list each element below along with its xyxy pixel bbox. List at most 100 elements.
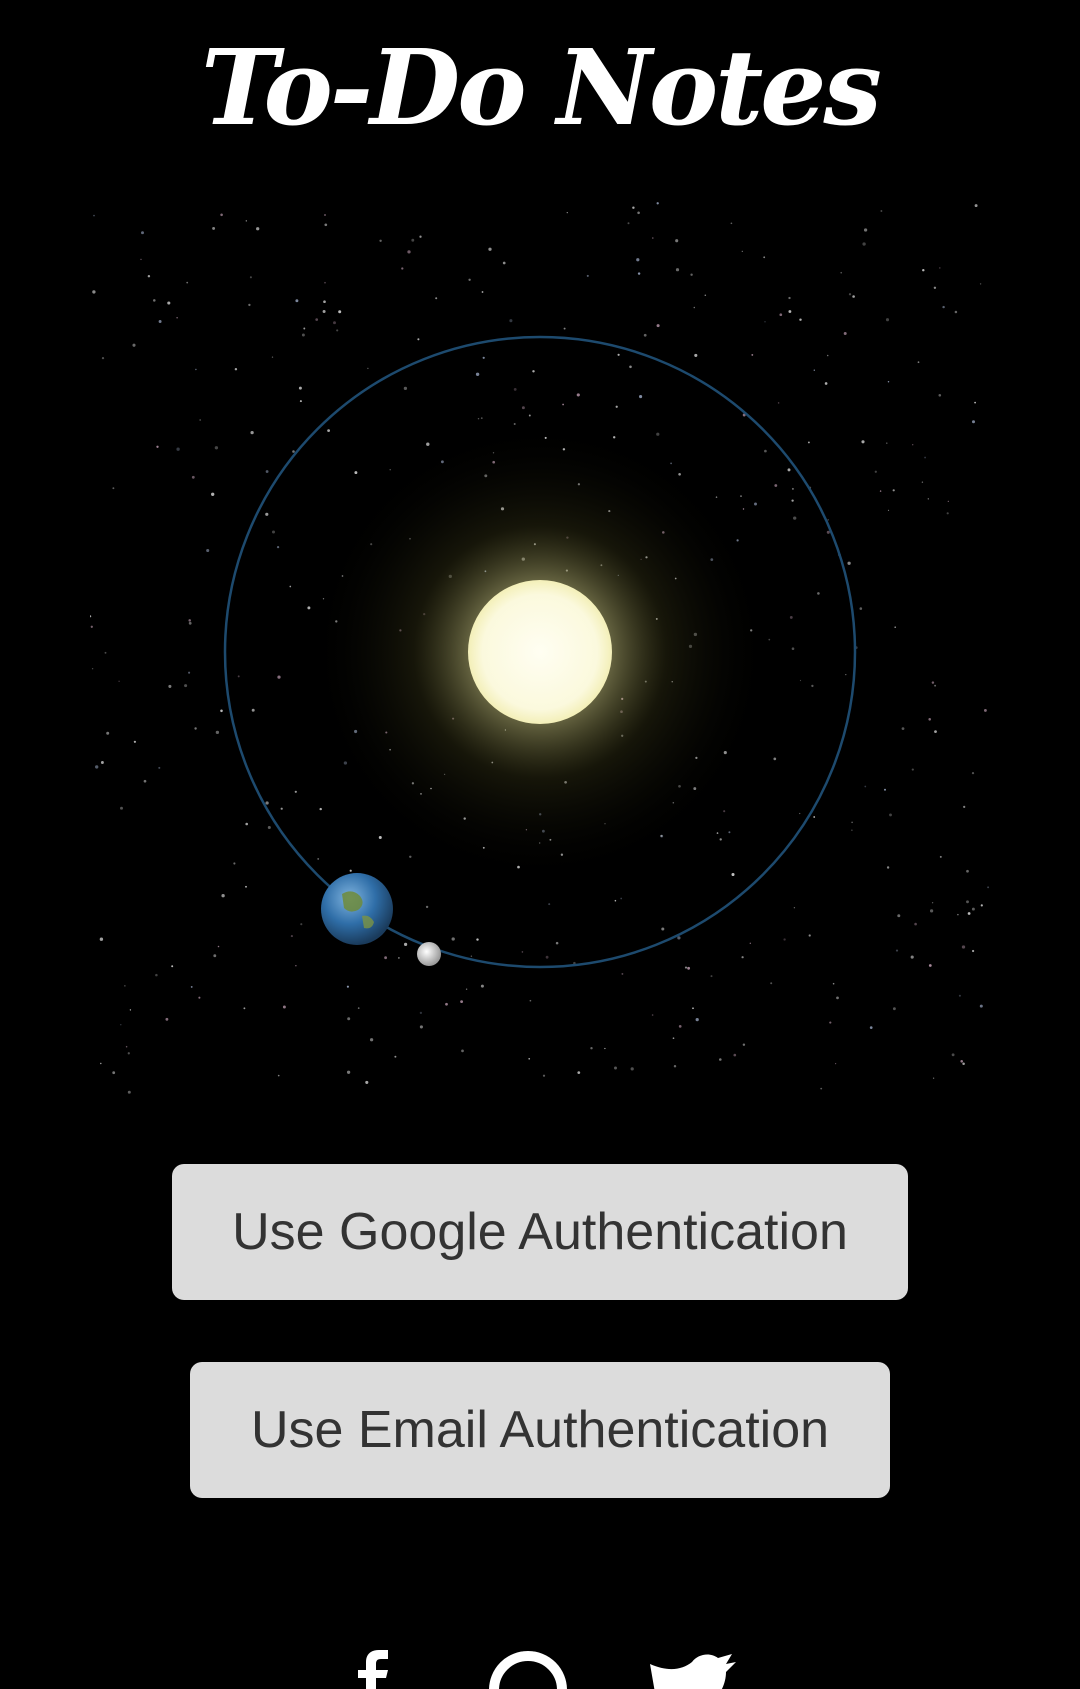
star xyxy=(971,949,975,953)
star xyxy=(528,414,531,417)
star xyxy=(934,730,937,733)
star xyxy=(656,432,660,436)
star xyxy=(637,272,641,275)
star xyxy=(946,512,949,515)
twitter-icon[interactable] xyxy=(648,1650,738,1689)
star xyxy=(630,1067,634,1071)
star xyxy=(951,1053,955,1057)
star xyxy=(158,320,162,323)
star xyxy=(740,495,742,497)
star xyxy=(791,487,794,490)
star xyxy=(677,936,681,940)
star xyxy=(987,886,990,889)
star xyxy=(555,941,559,945)
star xyxy=(542,1074,546,1077)
star xyxy=(835,1063,837,1065)
star xyxy=(614,1066,617,1070)
star xyxy=(807,441,810,444)
star xyxy=(779,313,783,317)
star xyxy=(188,621,192,625)
star xyxy=(127,1090,131,1094)
star xyxy=(171,965,174,968)
star xyxy=(155,973,158,977)
star xyxy=(826,530,830,534)
star xyxy=(716,832,719,834)
star xyxy=(754,502,757,506)
star xyxy=(763,256,766,259)
star xyxy=(267,826,271,829)
star xyxy=(764,449,767,453)
moon-icon xyxy=(417,942,441,966)
star xyxy=(637,211,640,215)
star xyxy=(562,403,564,406)
star xyxy=(271,356,274,358)
star xyxy=(317,857,320,860)
star xyxy=(435,297,438,300)
star xyxy=(675,268,680,272)
star xyxy=(419,1025,423,1029)
star xyxy=(347,1017,351,1021)
star xyxy=(104,651,107,654)
google-auth-button[interactable]: Use Google Authentication xyxy=(172,1164,908,1300)
star xyxy=(862,242,866,246)
star xyxy=(184,684,188,688)
star xyxy=(586,274,589,277)
star xyxy=(133,740,137,743)
star xyxy=(799,812,801,815)
star xyxy=(966,869,969,873)
star xyxy=(621,972,624,975)
star xyxy=(879,490,882,492)
star xyxy=(298,386,302,390)
star xyxy=(188,671,191,674)
pinterest-icon[interactable] xyxy=(488,1650,568,1689)
star xyxy=(215,730,220,735)
star xyxy=(892,489,895,492)
star xyxy=(947,500,949,503)
star xyxy=(528,1057,531,1060)
star xyxy=(813,816,816,818)
star xyxy=(774,484,778,487)
star xyxy=(777,402,780,404)
star xyxy=(206,548,210,553)
star xyxy=(929,909,934,913)
star xyxy=(118,680,120,683)
star xyxy=(695,1017,699,1022)
star xyxy=(629,365,632,369)
star xyxy=(741,250,743,253)
facebook-icon[interactable] xyxy=(348,1650,398,1689)
star xyxy=(186,281,189,284)
star xyxy=(191,475,195,479)
star xyxy=(980,904,983,907)
star xyxy=(106,731,110,735)
star xyxy=(378,835,382,840)
star xyxy=(295,299,299,303)
star xyxy=(924,456,927,459)
email-auth-button[interactable]: Use Email Authentication xyxy=(190,1362,890,1498)
app-title: To-Do Notes xyxy=(201,26,882,149)
star xyxy=(120,1024,122,1026)
star xyxy=(829,1021,832,1024)
star xyxy=(889,813,892,817)
star xyxy=(315,318,319,321)
star xyxy=(143,779,147,783)
star xyxy=(590,1047,593,1050)
star xyxy=(460,1000,464,1004)
star xyxy=(165,1017,169,1021)
star xyxy=(884,788,886,791)
star xyxy=(808,934,811,937)
star xyxy=(295,965,297,967)
star xyxy=(751,353,754,356)
star xyxy=(357,1007,360,1009)
star xyxy=(912,444,914,446)
star xyxy=(265,512,269,516)
star xyxy=(245,822,249,826)
star xyxy=(403,386,408,391)
star xyxy=(477,417,480,420)
star xyxy=(168,684,172,688)
star xyxy=(652,237,654,239)
star xyxy=(407,250,411,254)
star xyxy=(470,955,473,957)
star xyxy=(960,1060,963,1063)
star xyxy=(813,369,815,371)
star xyxy=(419,1011,423,1015)
